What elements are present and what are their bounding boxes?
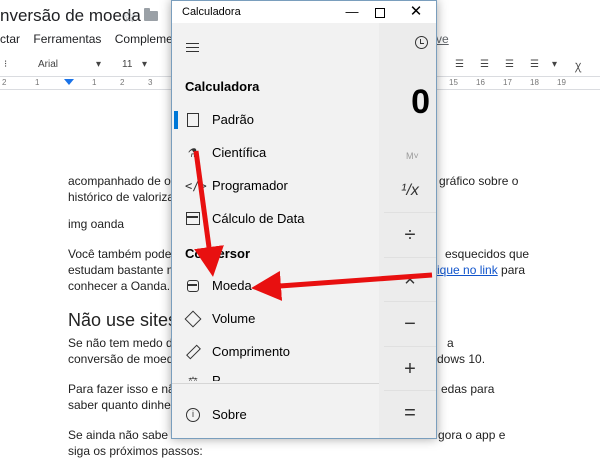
annotation-arrow	[251, 270, 433, 301]
annotation-arrow	[193, 150, 224, 277]
annotation-arrows	[193, 150, 433, 301]
